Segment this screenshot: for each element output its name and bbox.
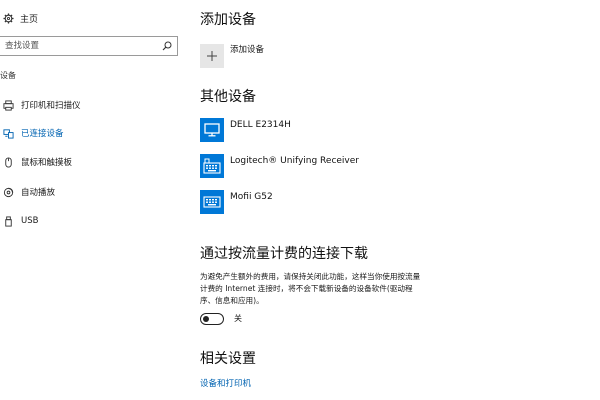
receiver-icon [200,154,224,178]
description-line: 为避免产生额外的费用，请保持关闭此功能，这样当你使用按流量 [200,272,421,281]
description-line: 序、信息和应用)。 [200,296,264,305]
sidebar-item-printers[interactable]: 打印机和扫描仪 [2,97,81,113]
other-devices-heading: 其他设备 [200,89,256,105]
search-box [0,36,178,56]
gear-icon [2,12,14,24]
main-content: 添加设备 添加设备 其他设备 DELL E2314H Logitech® Uni… [200,0,600,400]
device-item-logitech-receiver[interactable]: Logitech® Unifying Receiver [200,154,359,178]
search-icon[interactable] [159,38,175,54]
related-settings-heading: 相关设置 [200,351,256,367]
home-nav-item[interactable]: 主页 [2,11,38,25]
toggle-state-label: 关 [234,314,242,323]
add-devices-heading: 添加设备 [200,12,256,28]
device-item-dell-monitor[interactable]: DELL E2314H [200,118,291,142]
plus-icon [200,44,224,68]
device-name: DELL E2314H [230,120,291,130]
metered-description: 为避免产生额外的费用，请保持关闭此功能，这样当你使用按流量 计费的 Intern… [200,271,480,307]
keyboard-icon [200,190,224,214]
sidebar-item-mouse[interactable]: 鼠标和触摸板 [2,154,72,170]
sidebar-item-label: USB [21,216,39,226]
toggle-knob [203,315,209,322]
add-device-label: 添加设备 [230,45,265,55]
sidebar-item-label: 已连接设备 [21,129,64,139]
description-line: 计费的 Internet 连接时，将不会下载新设备的设备软件(驱动程 [200,284,413,293]
connected-devices-icon [2,127,14,139]
section-label: 设备 [0,71,16,80]
autoplay-icon [2,186,14,198]
sidebar: 主页 设备 打印机和扫描仪 已连接设备 鼠标和触摸板 自动播放 [0,0,186,400]
sidebar-item-autoplay[interactable]: 自动播放 [2,184,55,200]
sidebar-item-connected-devices[interactable]: 已连接设备 [2,125,64,141]
monitor-icon [200,118,224,142]
device-name: Logitech® Unifying Receiver [230,156,359,166]
metered-download-heading: 通过按流量计费的连接下载 [200,246,368,262]
sidebar-item-label: 鼠标和触摸板 [21,158,73,168]
printer-icon [2,99,14,111]
sidebar-item-label: 自动播放 [21,188,56,198]
metered-download-toggle[interactable] [200,313,224,325]
sidebar-item-label: 打印机和扫描仪 [21,101,81,111]
sidebar-item-usb[interactable]: USB [2,213,38,229]
home-label: 主页 [20,14,39,25]
devices-and-printers-link[interactable]: 设备和打印机 [200,377,251,389]
search-input[interactable] [0,37,159,55]
add-device-button[interactable]: 添加设备 [200,44,264,68]
usb-icon [2,215,14,227]
device-name: Mofii G52 [230,192,273,202]
device-item-mofii-keyboard[interactable]: Mofii G52 [200,190,273,214]
mouse-icon [2,156,14,168]
